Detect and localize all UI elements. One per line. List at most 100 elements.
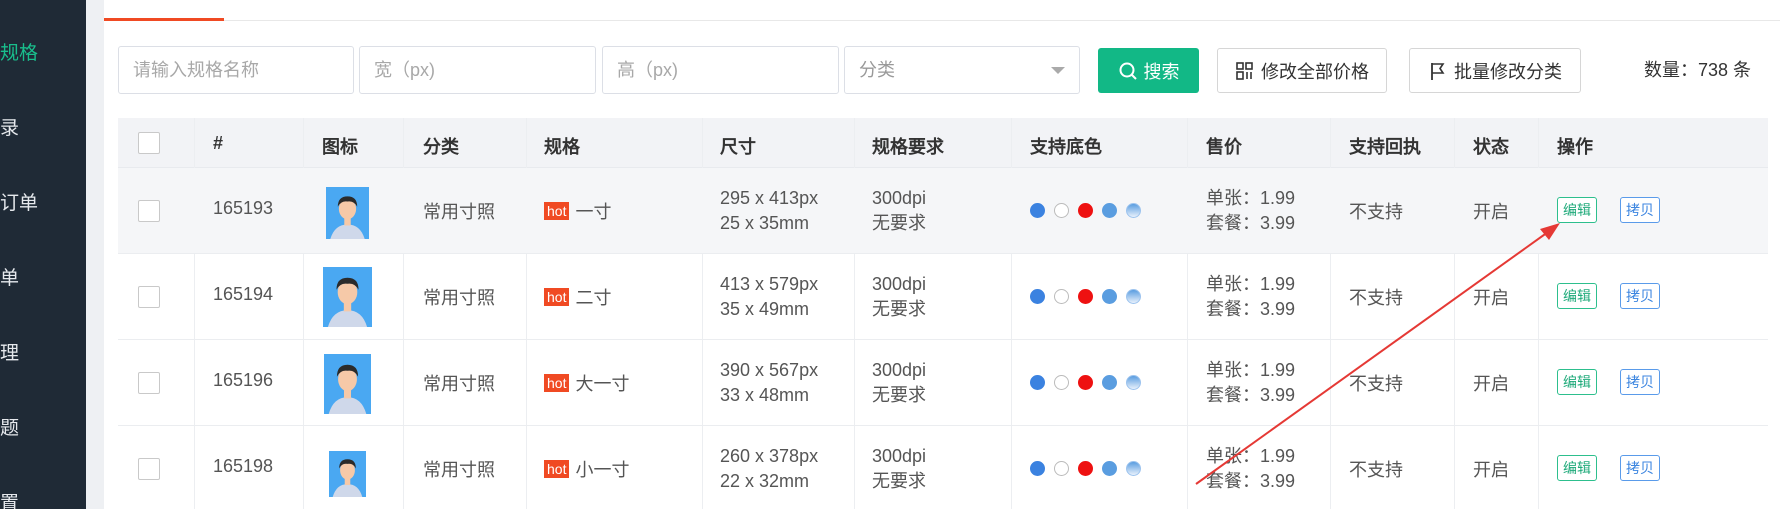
header-spec: 规格 [544,137,580,157]
row-size-mm: 35 x 49mm [720,299,810,319]
category-select[interactable]: 分类 [844,46,1080,94]
swatch-light-blue [1102,375,1117,390]
bg-color-swatches [1030,375,1141,390]
record-count: 数量：738 条 [1644,60,1752,80]
row-id: 165196 [213,370,274,390]
swatch-blue [1030,203,1045,218]
search-button[interactable]: 搜索 [1098,48,1199,93]
row-spec: hot 二寸 [544,284,611,310]
sidebar-item-record[interactable]: 录 [0,113,19,140]
select-all-checkbox[interactable] [138,132,160,154]
hot-badge: hot [544,288,570,306]
edit-button[interactable]: 编辑 [1557,369,1597,395]
row-id: 165193 [213,198,274,218]
row-checkbox[interactable] [138,200,160,222]
swatch-white [1054,203,1069,218]
table-row: 165194 常用寸照 hot 二寸 413 x 579px 35 x 49mm 3… [118,254,1768,340]
sidebar-item-spec[interactable]: 规格 [0,38,38,65]
row-spec-name: 二寸 [575,288,612,308]
copy-button[interactable]: 拷贝 [1620,197,1660,223]
swatch-gradient [1126,203,1141,218]
row-price-single: 单张：1.99 [1206,188,1296,208]
copy-button[interactable]: 拷贝 [1620,455,1660,481]
table-row: 165193 常用寸照 hot 一寸 295 x 413px 25 x 35mm 3… [118,168,1768,254]
swatch-gradient [1126,375,1141,390]
tab-divider [104,20,1780,21]
row-spec-name: 一寸 [575,202,612,222]
content-panel: 分类 搜索 修改全部价格 批量修 [104,0,1780,509]
sidebar-item-settings[interactable]: 置 [0,488,19,509]
row-checkbox[interactable] [138,286,160,308]
row-size: 295 x 413px 25 x 35mm [720,186,818,236]
row-category: 常用寸照 [423,288,495,308]
row-requirement: 300dpi 无要求 [872,186,926,236]
person-icon [332,459,363,497]
row-checkbox[interactable] [138,458,160,480]
header-icon: 图标 [322,137,358,157]
copy-button[interactable]: 拷贝 [1620,369,1660,395]
edit-button[interactable]: 编辑 [1557,455,1597,481]
active-tab-indicator [104,18,224,21]
swatch-red [1078,289,1093,304]
row-price: 单张：1.99 套餐：3.99 [1206,272,1295,322]
row-size-mm: 33 x 48mm [720,385,810,405]
avatar [329,451,366,497]
row-checkbox[interactable] [138,372,160,394]
row-requirement: 300dpi 无要求 [872,358,926,408]
grid-icon [1236,61,1253,80]
row-req: 无要求 [872,471,926,491]
row-category: 常用寸照 [423,460,495,480]
flag-icon [1431,62,1445,80]
row-requirement: 300dpi 无要求 [872,272,926,322]
search-button-label: 搜索 [1143,61,1180,82]
row-dpi: 300dpi [872,360,927,380]
edit-all-prices-button[interactable]: 修改全部价格 [1217,48,1387,93]
spec-name-input[interactable] [118,46,354,94]
edit-button[interactable]: 编辑 [1557,197,1597,223]
row-price: 单张：1.99 套餐：3.99 [1206,358,1295,408]
swatch-blue [1030,289,1045,304]
row-status: 开启 [1473,374,1509,394]
row-id: 165194 [213,284,274,304]
sidebar-item-order[interactable]: 订单 [0,188,38,215]
swatch-blue [1030,375,1045,390]
hot-badge: hot [544,374,570,392]
sidebar: 规格 录 订单 单 理 题 置 [0,0,86,509]
row-status: 开启 [1473,460,1509,480]
row-size-px: 390 x 567px [720,360,819,380]
sidebar-item-question[interactable]: 题 [0,413,19,440]
row-spec-name: 小一寸 [575,460,630,480]
row-spec: hot 小一寸 [544,456,629,482]
swatch-white [1054,461,1069,476]
sidebar-item-list[interactable]: 单 [0,263,19,290]
row-price: 单张：1.99 套餐：3.99 [1206,186,1295,236]
swatch-gradient [1126,289,1141,304]
bg-color-swatches [1030,289,1141,304]
avatar [324,354,371,414]
row-receipt: 不支持 [1349,374,1403,394]
table-row: 165196 常用寸照 hot 大一寸 390 x 567px 33 x 48mm … [118,340,1768,426]
swatch-red [1078,375,1093,390]
header-size: 尺寸 [720,137,756,157]
row-price-single: 单张：1.99 [1206,446,1296,466]
batch-category-button[interactable]: 批量修改分类 [1409,48,1581,93]
edit-all-prices-label: 修改全部价格 [1261,61,1369,82]
row-size-px: 413 x 579px [720,274,819,294]
table-row: 165198 常用寸照 hot 小一寸 260 x 378px 22 x 32mm … [118,426,1768,509]
swatch-gradient [1126,461,1141,476]
swatch-white [1054,375,1069,390]
row-size: 260 x 378px 22 x 32mm [720,444,818,494]
height-input[interactable] [602,46,839,94]
row-receipt: 不支持 [1349,460,1403,480]
row-price-single: 单张：1.99 [1206,274,1296,294]
width-input[interactable] [359,46,596,94]
bg-color-swatches [1030,461,1141,476]
swatch-blue [1030,461,1045,476]
sidebar-item-manage[interactable]: 理 [0,338,19,365]
row-size: 413 x 579px 35 x 49mm [720,272,818,322]
row-receipt: 不支持 [1349,202,1403,222]
copy-button[interactable]: 拷贝 [1620,283,1660,309]
row-price-single: 单张：1.99 [1206,360,1296,380]
row-size-mm: 25 x 35mm [720,213,810,233]
edit-button[interactable]: 编辑 [1557,283,1597,309]
